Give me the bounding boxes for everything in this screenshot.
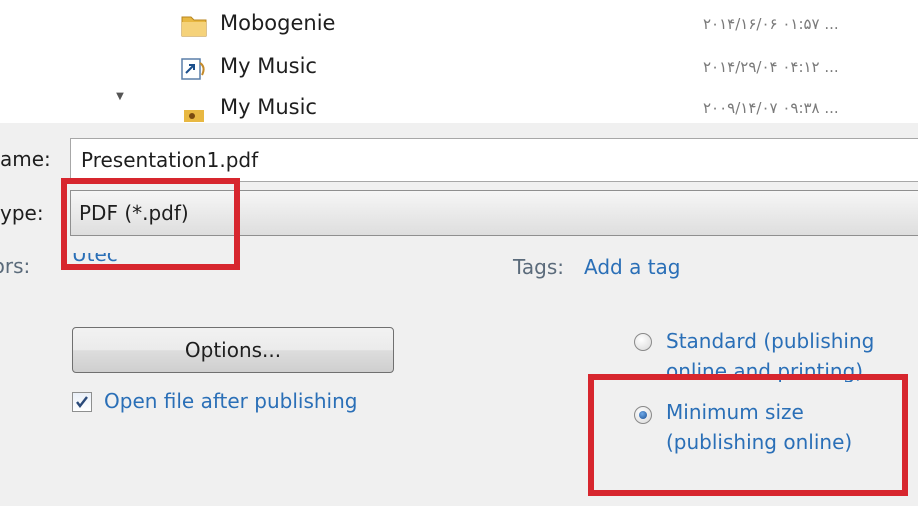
standard-label-line1[interactable]: Standard (publishing (666, 326, 874, 356)
checkmark-icon (76, 396, 88, 408)
standard-radio[interactable] (634, 333, 652, 351)
tags-label: Tags: (513, 255, 565, 279)
file-row[interactable]: My Music ۲۰۰۹/۱۴/۰۷ ۰۹:۳۸ ... (176, 90, 918, 123)
scroll-strip (0, 0, 160, 123)
tags-link[interactable]: Add a tag (584, 254, 680, 280)
file-date: ۲۰۰۹/۱۴/۰۷ ۰۹:۳۸ ... (703, 99, 839, 117)
file-list: ▼ Mobogenie ۲۰۱۴/۱۶/۰۶ ۰۱:۵۷ ... My Musi… (0, 0, 918, 123)
file-name: My Music (220, 54, 317, 78)
file-name: Mobogenie (220, 11, 336, 35)
authors-label: hors: (0, 254, 31, 278)
highlight-box-minimum-size (588, 374, 908, 496)
file-name-label: ame: (0, 147, 51, 171)
file-date: ۲۰۱۴/۲۹/۰۴ ۰۴:۱۲ ... (703, 58, 839, 76)
file-name: My Music (220, 95, 317, 119)
folder-icon (180, 12, 208, 38)
options-button[interactable]: Options... (72, 327, 394, 373)
highlight-box-save-type (61, 178, 240, 270)
scroll-down-arrow-icon[interactable]: ▼ (113, 92, 127, 102)
save-type-label: ype: (0, 201, 44, 225)
file-row[interactable]: My Music ۲۰۱۴/۲۹/۰۴ ۰۴:۱۲ ... (176, 49, 918, 85)
file-name-input[interactable]: Presentation1.pdf (70, 138, 918, 182)
open-after-checkbox[interactable] (72, 392, 92, 412)
music-folder-icon (180, 96, 208, 122)
file-row[interactable]: Mobogenie ۲۰۱۴/۱۶/۰۶ ۰۱:۵۷ ... (176, 6, 918, 42)
open-after-label[interactable]: Open file after publishing (104, 387, 357, 415)
file-date: ۲۰۱۴/۱۶/۰۶ ۰۱:۵۷ ... (703, 15, 839, 33)
shortcut-icon (180, 55, 208, 81)
